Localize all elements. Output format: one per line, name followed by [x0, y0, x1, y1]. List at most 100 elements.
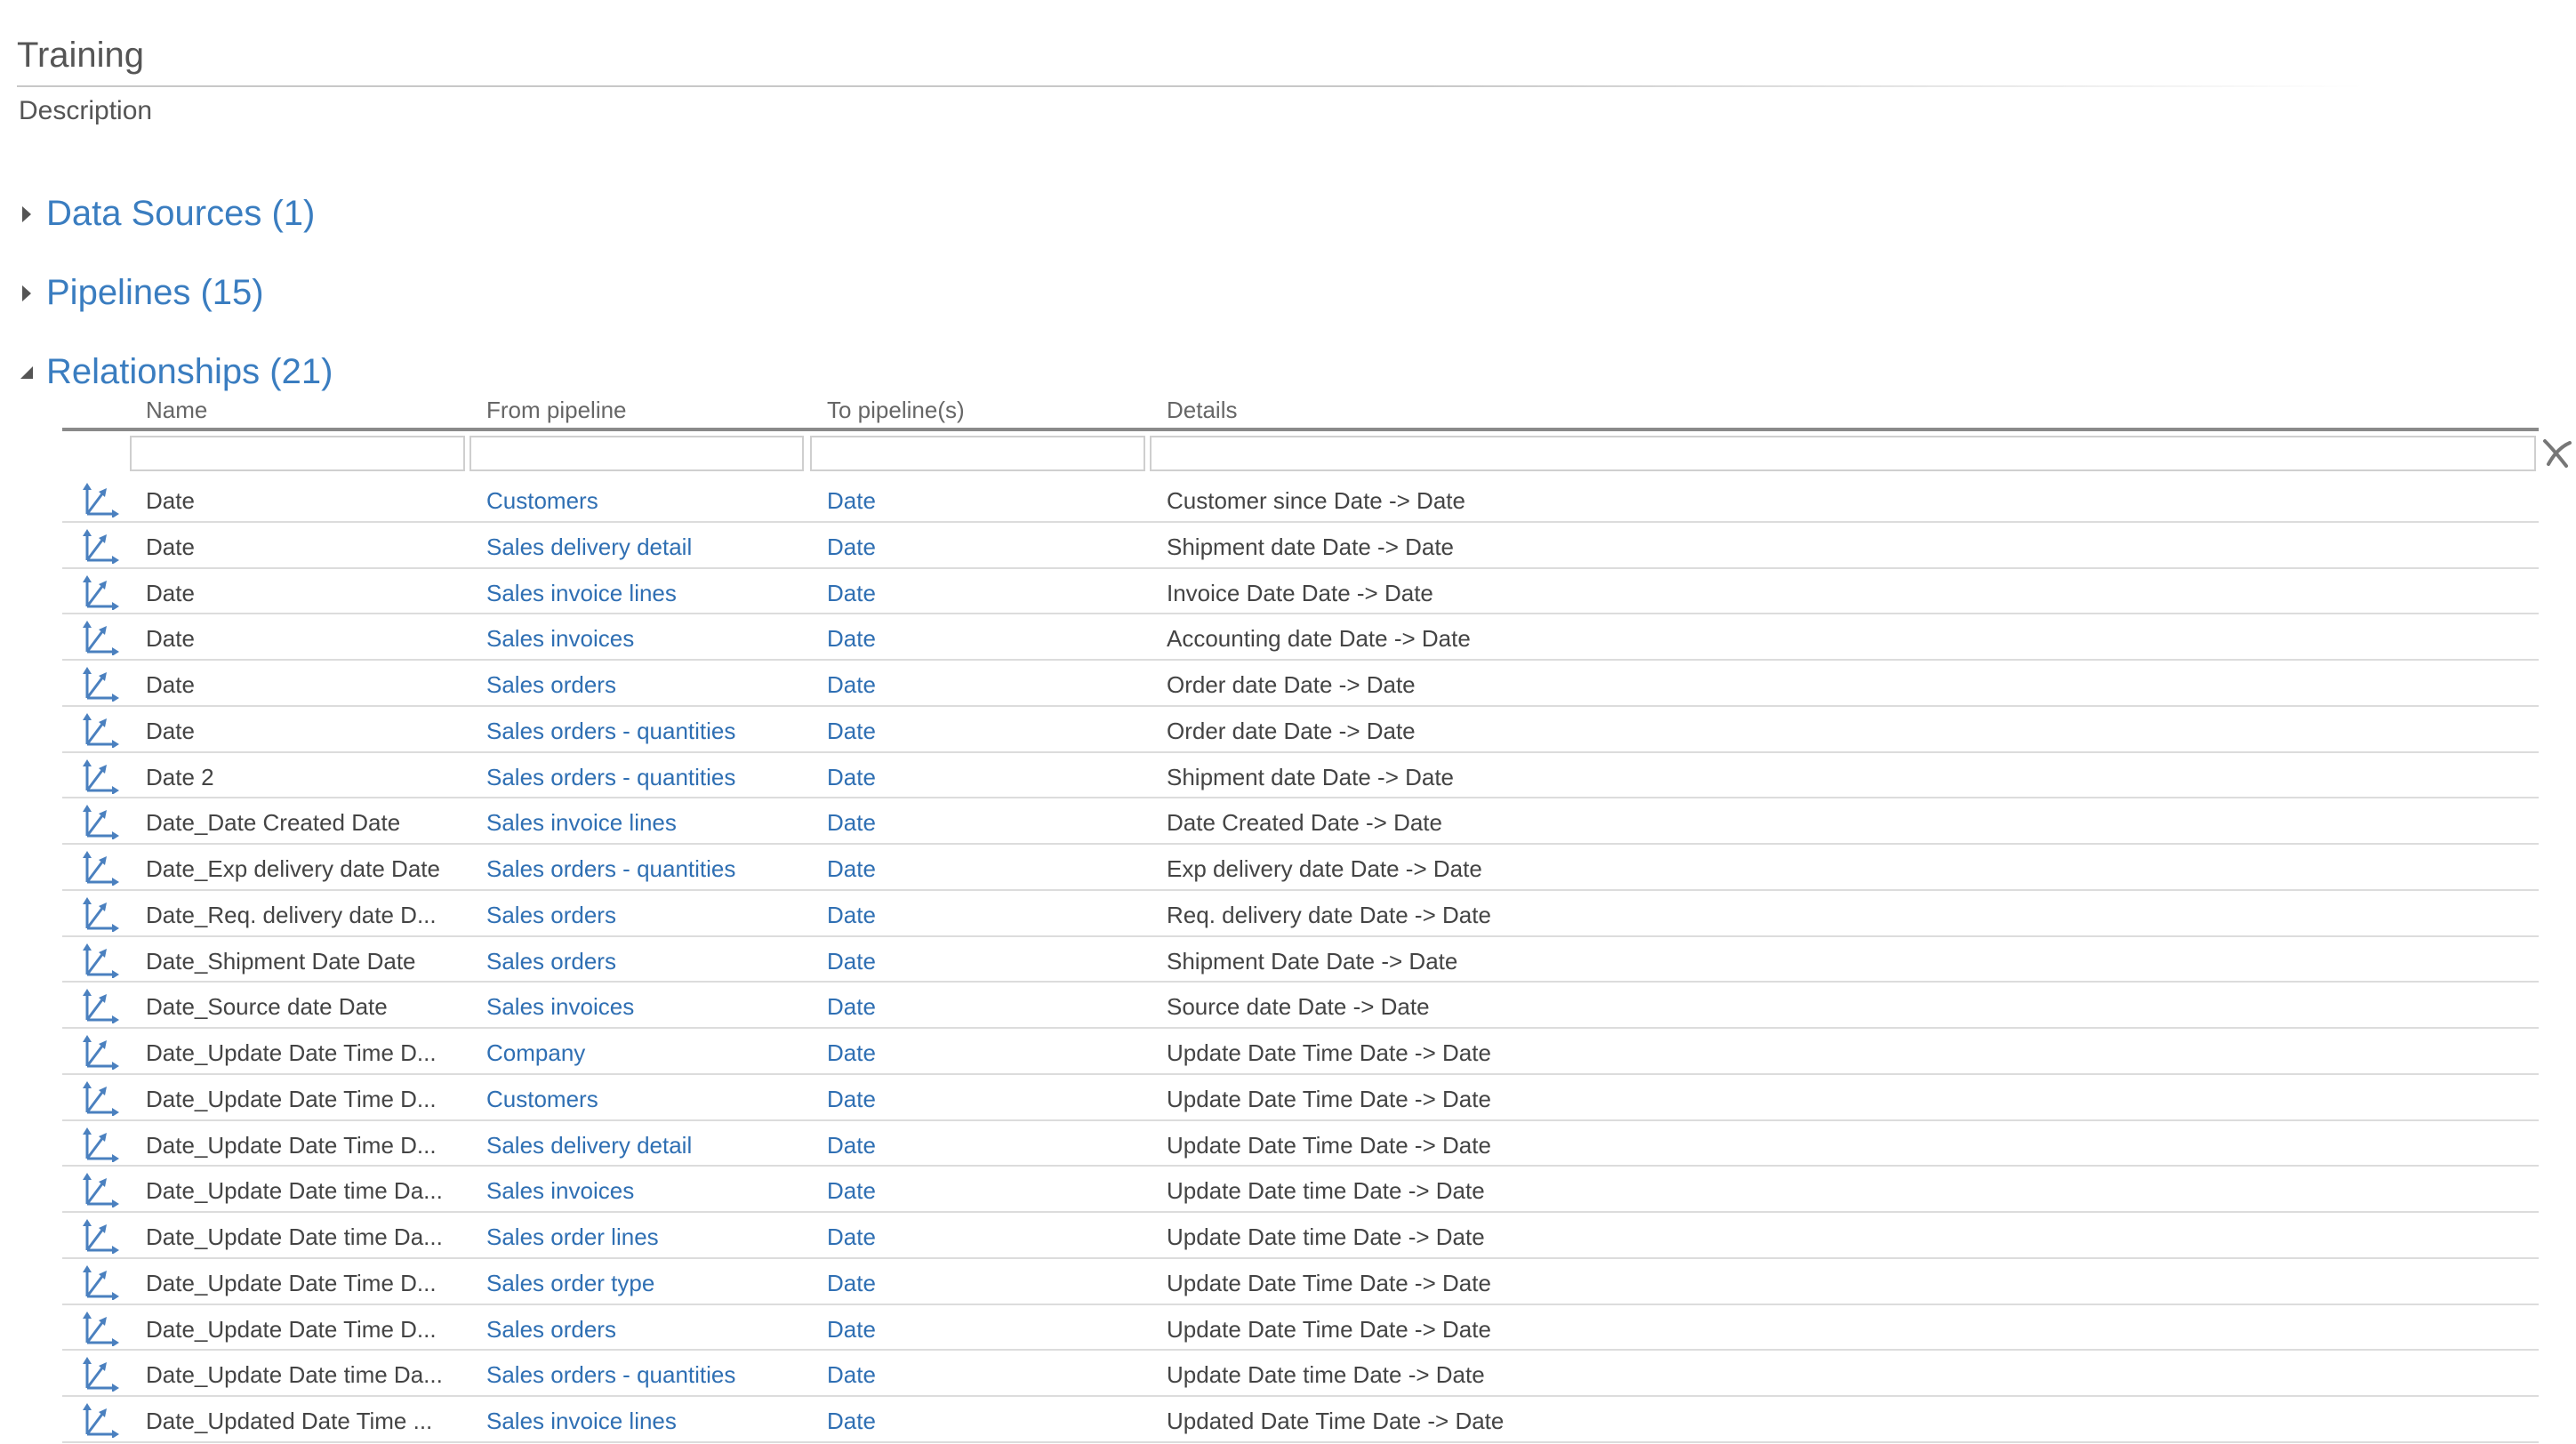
relationship-details: Update Date time Date -> Date	[1167, 1223, 1485, 1250]
from-pipeline-link[interactable]: Sales orders - quantities	[486, 1361, 735, 1389]
relationship-icon	[82, 574, 121, 611]
filter-details-input[interactable]	[1150, 436, 2536, 471]
relationship-details: Order date Date -> Date	[1167, 671, 1416, 698]
to-pipeline-link[interactable]: Date	[827, 764, 876, 791]
from-pipeline-link[interactable]: Sales invoice lines	[486, 580, 677, 607]
from-pipeline-link[interactable]: Sales delivery detail	[486, 1132, 692, 1159]
column-header-name[interactable]: Name	[146, 397, 207, 424]
table-row[interactable]: Date Sales invoice lines Date Invoice Da…	[62, 569, 2539, 615]
from-pipeline-link[interactable]: Sales order lines	[486, 1223, 659, 1251]
relationship-icon	[82, 666, 121, 702]
to-pipeline-link[interactable]: Date	[827, 1132, 876, 1159]
section-relationships[interactable]: Relationships (21)	[16, 352, 333, 392]
from-pipeline-link[interactable]: Sales orders	[486, 671, 616, 699]
from-pipeline-link[interactable]: Sales invoice lines	[486, 809, 677, 837]
clear-filter-icon[interactable]	[2541, 437, 2573, 469]
from-pipeline-link[interactable]: Sales invoices	[486, 625, 634, 653]
to-pipeline-link[interactable]: Date	[827, 993, 876, 1021]
from-pipeline-link[interactable]: Customers	[486, 1086, 598, 1113]
table-row[interactable]: Date_Source date Date Sales invoices Dat…	[62, 983, 2539, 1029]
to-pipeline-link[interactable]: Date	[827, 487, 876, 515]
to-pipeline-link[interactable]: Date	[827, 809, 876, 837]
from-pipeline-link[interactable]: Sales invoice lines	[486, 1408, 677, 1435]
relationship-icon	[82, 758, 121, 795]
table-row[interactable]: Date_Req. delivery date D... Sales order…	[62, 891, 2539, 937]
from-pipeline-link[interactable]: Sales delivery detail	[486, 533, 692, 561]
expand-triangle-icon[interactable]	[16, 197, 37, 232]
table-row[interactable]: Date Sales orders - quantities Date Orde…	[62, 707, 2539, 753]
relationship-details: Shipment date Date -> Date	[1167, 763, 1455, 790]
column-header-details[interactable]: Details	[1167, 397, 1237, 424]
from-pipeline-link[interactable]: Sales orders	[486, 1316, 616, 1344]
section-label[interactable]: Pipelines (15)	[46, 273, 264, 313]
relationship-details: Update Date time Date -> Date	[1167, 1177, 1485, 1205]
relationship-details: Date Created Date -> Date	[1167, 809, 1442, 837]
from-pipeline-link[interactable]: Sales invoices	[486, 993, 634, 1021]
filter-to-pipelines-input[interactable]	[810, 436, 1145, 471]
section-pipelines[interactable]: Pipelines (15)	[16, 273, 264, 313]
table-row[interactable]: Date Sales orders Date Order date Date -…	[62, 661, 2539, 707]
collapse-triangle-icon[interactable]	[16, 355, 37, 390]
to-pipeline-link[interactable]: Date	[827, 1361, 876, 1389]
table-row[interactable]: Date_Update Date time Da... Sales invoic…	[62, 1167, 2539, 1213]
table-row[interactable]: Date_Date Created Date Sales invoice lin…	[62, 798, 2539, 845]
table-row[interactable]: Date_Update Date Time D... Sales deliver…	[62, 1121, 2539, 1167]
from-pipeline-link[interactable]: Company	[486, 1039, 585, 1067]
to-pipeline-link[interactable]: Date	[827, 1270, 876, 1297]
section-data-sources[interactable]: Data Sources (1)	[16, 194, 315, 234]
table-row[interactable]: Date_Updated Date Time ... Sales invoice…	[62, 1397, 2539, 1443]
from-pipeline-link[interactable]: Sales orders	[486, 948, 616, 975]
from-pipeline-link[interactable]: Sales invoices	[486, 1177, 634, 1205]
to-pipeline-link[interactable]: Date	[827, 671, 876, 699]
to-pipeline-link[interactable]: Date	[827, 855, 876, 883]
column-header-from-pipeline[interactable]: From pipeline	[486, 397, 627, 424]
to-pipeline-link[interactable]: Date	[827, 1408, 876, 1435]
from-pipeline-link[interactable]: Sales order type	[486, 1270, 654, 1297]
table-row[interactable]: Date Sales invoices Date Accounting date…	[62, 614, 2539, 661]
table-row[interactable]: Date_Update Date Time D... Company Date …	[62, 1029, 2539, 1075]
expand-triangle-icon[interactable]	[16, 276, 37, 311]
from-pipeline-link[interactable]: Sales orders - quantities	[486, 855, 735, 883]
table-row[interactable]: Date Customers Date Customer since Date …	[62, 477, 2539, 523]
table-row[interactable]: Date_Shipment Date Date Sales orders Dat…	[62, 937, 2539, 983]
from-pipeline-link[interactable]: Sales orders - quantities	[486, 764, 735, 791]
relationships-table-body: Date Customers Date Customer since Date …	[62, 477, 2539, 1443]
from-pipeline-link[interactable]: Sales orders - quantities	[486, 718, 735, 745]
from-pipeline-link[interactable]: Sales orders	[486, 902, 616, 929]
table-row[interactable]: Date_Update Date Time D... Sales order t…	[62, 1259, 2539, 1305]
to-pipeline-link[interactable]: Date	[827, 948, 876, 975]
table-row[interactable]: Date_Update Date time Da... Sales order …	[62, 1213, 2539, 1259]
relationship-details: Source date Date -> Date	[1167, 993, 1430, 1021]
to-pipeline-link[interactable]: Date	[827, 625, 876, 653]
relationship-details: Order date Date -> Date	[1167, 717, 1416, 744]
table-row[interactable]: Date 2 Sales orders - quantities Date Sh…	[62, 753, 2539, 799]
table-row[interactable]: Date_Update Date time Da... Sales orders…	[62, 1351, 2539, 1397]
to-pipeline-link[interactable]: Date	[827, 580, 876, 607]
column-header-to-pipelines[interactable]: To pipeline(s)	[827, 397, 965, 424]
table-row[interactable]: Date_Exp delivery date Date Sales orders…	[62, 845, 2539, 891]
relationship-icon	[82, 620, 121, 657]
section-label[interactable]: Relationships (21)	[46, 352, 333, 392]
relationship-details: Update Date Time Date -> Date	[1167, 1039, 1491, 1066]
to-pipeline-link[interactable]: Date	[827, 1316, 876, 1344]
relationship-name: Date_Source date Date	[146, 993, 388, 1021]
relationship-icon	[82, 1127, 121, 1163]
to-pipeline-link[interactable]: Date	[827, 533, 876, 561]
to-pipeline-link[interactable]: Date	[827, 1039, 876, 1067]
to-pipeline-link[interactable]: Date	[827, 902, 876, 929]
filter-name-input[interactable]	[130, 436, 465, 471]
relationship-name: Date_Update Date time Da...	[146, 1361, 443, 1389]
from-pipeline-link[interactable]: Customers	[486, 487, 598, 515]
table-row[interactable]: Date Sales delivery detail Date Shipment…	[62, 523, 2539, 569]
to-pipeline-link[interactable]: Date	[827, 1223, 876, 1251]
table-row[interactable]: Date_Update Date Time D... Sales orders …	[62, 1305, 2539, 1352]
to-pipeline-link[interactable]: Date	[827, 1086, 876, 1113]
to-pipeline-link[interactable]: Date	[827, 718, 876, 745]
table-row[interactable]: Date_Update Date Time D... Customers Dat…	[62, 1075, 2539, 1121]
section-label[interactable]: Data Sources (1)	[46, 194, 315, 234]
relationship-name: Date_Req. delivery date D...	[146, 901, 437, 928]
filter-from-pipeline-input[interactable]	[469, 436, 804, 471]
relationship-details: Update Date Time Date -> Date	[1167, 1131, 1491, 1159]
relationship-name: Date	[146, 579, 195, 606]
to-pipeline-link[interactable]: Date	[827, 1177, 876, 1205]
